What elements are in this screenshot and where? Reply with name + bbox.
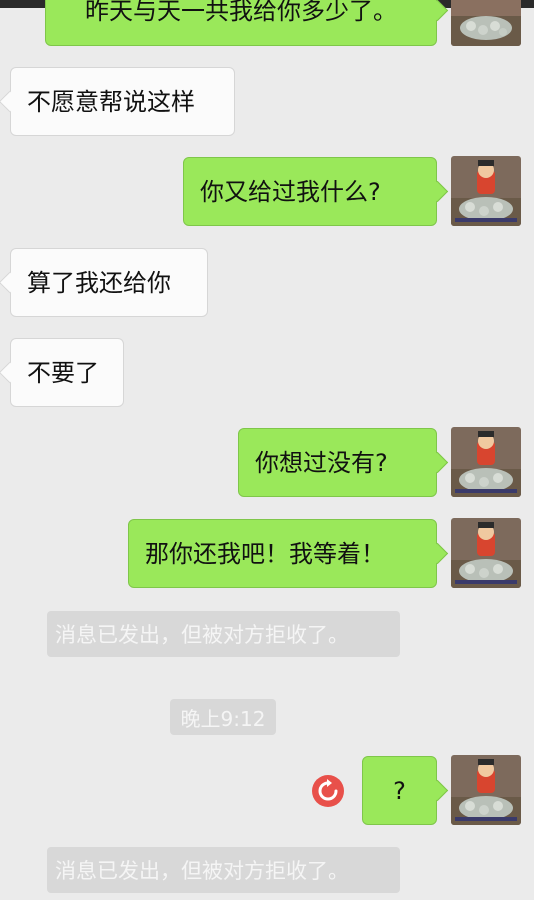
message-bubble-outgoing[interactable]: 那你还我吧！我等着！ — [128, 519, 437, 588]
message-text: 不愿意帮说这样 — [27, 87, 195, 116]
rejected-notice: 消息已发出，但被对方拒收了。 — [47, 611, 400, 657]
user-avatar[interactable] — [451, 518, 521, 588]
message-text: 不要了 — [27, 358, 99, 387]
message-bubble-outgoing[interactable]: 你想过没有? — [238, 428, 437, 497]
user-avatar[interactable] — [451, 0, 521, 46]
user-avatar[interactable] — [451, 427, 521, 497]
message-bubble-outgoing[interactable]: ? — [362, 756, 437, 825]
message-bubble-incoming[interactable]: 不愿意帮说这样 — [10, 67, 235, 136]
message-bubble-outgoing[interactable]: 昨天与天一共我给你多少了。 — [45, 0, 437, 46]
message-text: 那你还我吧！我等着！ — [145, 539, 385, 568]
message-bubble-outgoing[interactable]: 你又给过我什么? — [183, 157, 437, 226]
message-bubble-incoming[interactable]: 不要了 — [10, 338, 124, 407]
user-avatar[interactable] — [451, 156, 521, 226]
message-text: 你想过没有? — [255, 448, 388, 477]
message-text: ? — [393, 776, 406, 805]
user-avatar[interactable] — [451, 755, 521, 825]
refresh-icon[interactable] — [312, 775, 344, 807]
chat-area[interactable]: 昨天与天一共我给你多少了。 不愿意帮说这样 你又给过我什么? 算了我还给你 不要… — [0, 0, 534, 900]
timestamp: 晚上9:12 — [170, 699, 276, 735]
message-text: 算了我还给你 — [27, 268, 171, 297]
message-text: 昨天与天一共我给你多少了。 — [85, 0, 397, 25]
rejected-notice: 消息已发出，但被对方拒收了。 — [47, 847, 400, 893]
message-bubble-incoming[interactable]: 算了我还给你 — [10, 248, 208, 317]
message-text: 你又给过我什么? — [200, 177, 381, 206]
